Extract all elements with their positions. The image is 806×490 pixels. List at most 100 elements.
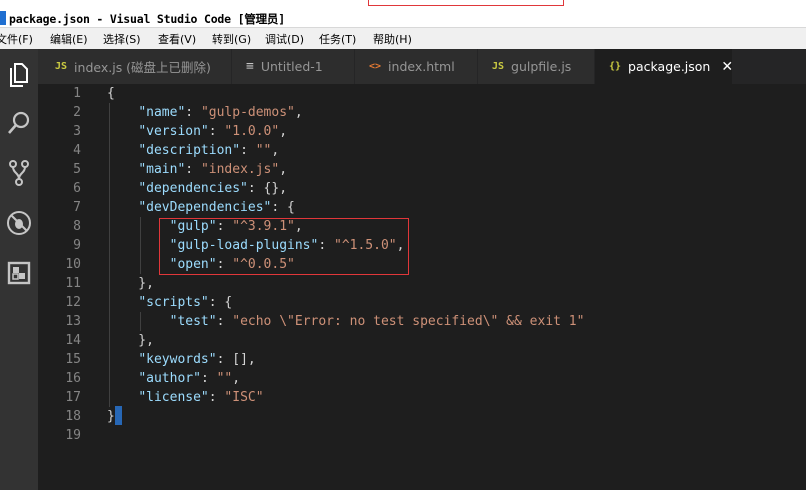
search-icon[interactable] — [0, 105, 38, 141]
code-text: "name": "gulp-demos", — [107, 103, 303, 122]
code-token: "1.0.0" — [224, 124, 280, 139]
line-number: 5 — [73, 162, 81, 177]
line-number: 7 — [73, 200, 81, 215]
code-text: "dependencies": {}, — [107, 179, 287, 198]
explorer-icon[interactable] — [0, 57, 38, 93]
code-text: } — [107, 407, 115, 426]
code-line[interactable]: 16 "author": "", — [38, 369, 806, 388]
title-bar: package.json - Visual Studio Code [管理员] — [0, 0, 806, 28]
code-line[interactable]: 1{ — [38, 84, 806, 103]
tab-label: gulpfile.js — [511, 59, 572, 74]
line-number: 13 — [65, 314, 81, 329]
code-line[interactable]: 2 "name": "gulp-demos", — [38, 103, 806, 122]
code-token: "dependencies" — [138, 181, 248, 196]
code-line[interactable]: 5 "main": "index.js", — [38, 160, 806, 179]
close-icon[interactable]: ✕ — [721, 59, 733, 75]
menu-view[interactable]: 查看(V) — [158, 31, 196, 47]
code-line[interactable]: 19 — [38, 426, 806, 445]
code-text: "main": "index.js", — [107, 160, 287, 179]
activity-bar — [0, 49, 38, 490]
code-token: : {}, — [247, 181, 288, 196]
code-text: }, — [107, 274, 154, 293]
line-number: 10 — [65, 257, 81, 272]
code-token: : { — [271, 200, 295, 215]
code-token: : — [185, 162, 201, 177]
menu-tasks[interactable]: 任务(T) — [319, 31, 356, 47]
annotation-box-dev-dependencies — [159, 218, 409, 275]
code-line[interactable]: 13 "test": "echo \"Error: no test specif… — [38, 312, 806, 331]
code-text: "description": "", — [107, 141, 279, 160]
menu-goto[interactable]: 转到(G) — [212, 31, 251, 47]
code-line[interactable]: 8 "gulp": "^3.9.1", — [38, 217, 806, 236]
window-title: package.json - Visual Studio Code [管理员] — [9, 12, 285, 26]
tab-untitled-1[interactable]: ≡ Untitled-1 — [232, 49, 355, 84]
code-editor[interactable]: 1{2 "name": "gulp-demos", 3 "version": "1… — [38, 84, 806, 490]
code-token: "name" — [138, 105, 186, 120]
code-token: "" — [255, 143, 272, 158]
menu-bar: 文件(F) 编辑(E) 选择(S) 查看(V) 转到(G) 调试(D) 任务(T… — [0, 28, 806, 49]
tab-label: index.html — [388, 59, 455, 74]
menu-file[interactable]: 文件(F) — [0, 31, 33, 47]
code-line[interactable]: 12 "scripts": { — [38, 293, 806, 312]
menu-help[interactable]: 帮助(H) — [373, 31, 412, 47]
tab-package-json[interactable]: {} package.json ✕ — [595, 49, 733, 84]
line-number: 14 — [65, 333, 81, 348]
code-line[interactable]: 7 "devDependencies": { — [38, 198, 806, 217]
code-line[interactable]: 10 "open": "^0.0.5" — [38, 255, 806, 274]
code-line[interactable]: 11 }, — [38, 274, 806, 293]
code-line[interactable]: 3 "version": "1.0.0", — [38, 122, 806, 141]
tab-label: package.json — [628, 59, 711, 74]
line-number: 4 — [73, 143, 81, 158]
code-token: "gulp-demos" — [200, 105, 295, 120]
code-token: "author" — [138, 371, 201, 386]
tab-index-html[interactable]: <> index.html — [355, 49, 478, 84]
code-line[interactable]: 17 "license": "ISC" — [38, 388, 806, 407]
tab-gulpfile-js[interactable]: JS gulpfile.js — [478, 49, 595, 84]
extensions-icon[interactable] — [0, 255, 38, 291]
code-token: , — [294, 105, 303, 120]
code-token: { — [107, 86, 115, 101]
tab-label: index.js (磁盘上已删除) — [74, 60, 211, 75]
code-token: "license" — [138, 390, 209, 405]
code-token: : { — [208, 295, 233, 310]
code-line[interactable]: 9 "gulp-load-plugins": "^1.5.0", — [38, 236, 806, 255]
debug-icon[interactable] — [0, 205, 38, 241]
code-text: "scripts": { — [107, 293, 232, 312]
menu-edit[interactable]: 编辑(E) — [50, 31, 88, 47]
code-token: , — [279, 124, 288, 139]
code-text: { — [107, 84, 115, 103]
menu-debug[interactable]: 调试(D) — [265, 31, 304, 47]
tab-label: Untitled-1 — [260, 59, 323, 74]
html-file-icon: <> — [369, 61, 382, 72]
source-control-icon[interactable] — [0, 155, 38, 191]
tab-index-js[interactable]: JS index.js (磁盘上已删除) — [38, 49, 232, 84]
code-token: : — [208, 124, 225, 139]
line-number: 17 — [65, 390, 81, 405]
code-token: "devDependencies" — [138, 200, 272, 215]
code-line[interactable]: 14 }, — [38, 331, 806, 350]
code-line[interactable]: 18} — [38, 407, 806, 426]
code-token: "test" — [169, 314, 217, 329]
code-token: : — [216, 314, 233, 329]
code-text: "keywords": [], — [107, 350, 255, 369]
code-line[interactable]: 4 "description": "", — [38, 141, 806, 160]
code-text: "version": "1.0.0", — [107, 122, 287, 141]
code-text: "test": "echo \"Error: no test specified… — [107, 312, 585, 331]
text-cursor — [115, 406, 122, 425]
code-line[interactable]: 15 "keywords": [], — [38, 350, 806, 369]
line-number: 6 — [73, 181, 81, 196]
code-token: "scripts" — [138, 295, 209, 310]
json-file-icon: {} — [609, 61, 622, 72]
code-line[interactable]: 6 "dependencies": {}, — [38, 179, 806, 198]
code-token: "ISC" — [224, 390, 264, 405]
menu-selection[interactable]: 选择(S) — [103, 31, 141, 47]
